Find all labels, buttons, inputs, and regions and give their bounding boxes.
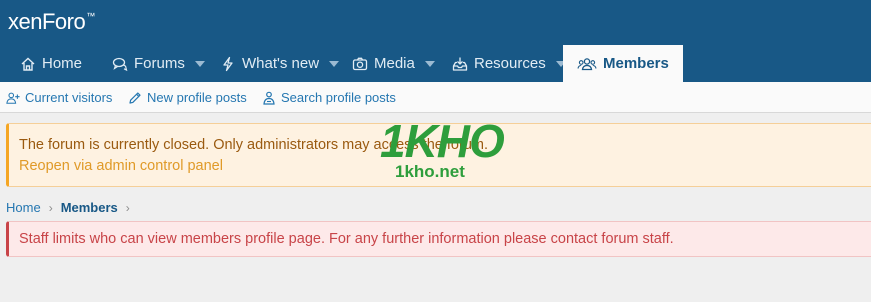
chevron-down-icon[interactable] [329, 60, 340, 67]
comments-icon [112, 56, 128, 72]
tab-home-label: Home [42, 55, 83, 72]
tab-resources[interactable]: Resources [452, 45, 566, 82]
subnav-new-profile-posts[interactable]: New profile posts [128, 90, 247, 105]
watermark-big-text: 1KHO [380, 115, 505, 167]
error-alert: Staff limits who can view members profil… [6, 221, 871, 257]
tab-members-label: Members [603, 55, 669, 72]
breadcrumb-home[interactable]: Home [6, 200, 41, 215]
user-plus-icon [6, 91, 20, 105]
tab-whats-new-label: What's new [242, 55, 320, 72]
subnav-current-visitors[interactable]: Current visitors [6, 90, 112, 105]
camera-icon [352, 56, 368, 72]
logo-trademark: ™ [86, 11, 95, 21]
subnav-search-profile-posts[interactable]: Search profile posts [262, 90, 396, 105]
tab-media[interactable]: Media [352, 45, 435, 82]
site-logo[interactable]: xenForo™ [8, 9, 95, 37]
tab-home[interactable]: Home [20, 45, 82, 82]
bolt-icon [220, 56, 236, 72]
users-icon [577, 56, 597, 72]
tab-resources-label: Resources [474, 55, 546, 72]
subnav-current-visitors-label: Current visitors [25, 90, 113, 105]
chevron-right-icon: › [48, 200, 53, 215]
alert-message: Staff limits who can view members profil… [19, 231, 674, 247]
tab-media-label: Media [374, 55, 415, 72]
site-header: xenForo™ Home Forums What's new Media Re… [0, 0, 871, 82]
chevron-right-icon: › [125, 200, 130, 215]
chevron-down-icon[interactable] [424, 60, 435, 67]
inbox-download-icon [452, 56, 468, 72]
tab-forums-label: Forums [134, 55, 185, 72]
subnav-search-profile-posts-label: Search profile posts [281, 90, 396, 105]
tab-forums[interactable]: Forums [112, 45, 205, 82]
breadcrumb: Home › Members › [6, 200, 138, 215]
search-person-icon [262, 91, 276, 105]
tab-whats-new[interactable]: What's new [220, 45, 340, 82]
reopen-admin-link[interactable]: Reopen via admin control panel [19, 158, 223, 174]
tab-members[interactable]: Members [563, 45, 683, 82]
home-icon [20, 56, 36, 72]
watermark-small-text: 1kho.net [395, 162, 465, 181]
chevron-down-icon[interactable] [194, 60, 205, 67]
sub-nav: Current visitors New profile posts Searc… [0, 82, 871, 113]
watermark-logo: 1KHO 1kho.net [380, 118, 505, 186]
pencil-icon [128, 91, 142, 105]
subnav-new-profile-posts-label: New profile posts [147, 90, 247, 105]
logo-text: xenForo [8, 9, 86, 34]
main-nav: Home Forums What's new Media Resources M… [0, 45, 871, 82]
breadcrumb-members[interactable]: Members [61, 200, 118, 215]
